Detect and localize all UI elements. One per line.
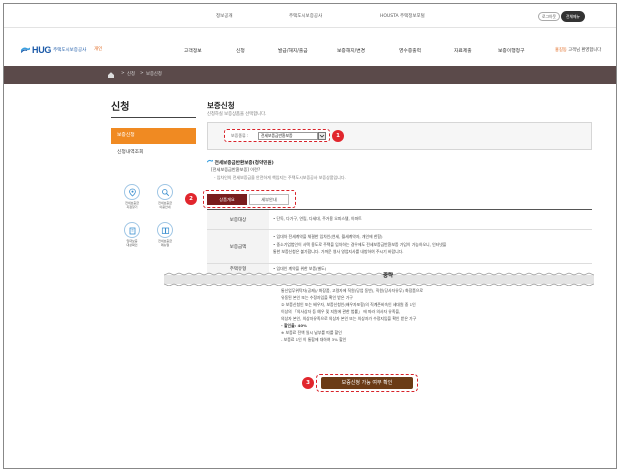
product-select[interactable]: 전세보증금반환보증 <box>258 132 318 140</box>
home-icon[interactable] <box>106 70 116 80</box>
annotation-badge-3: 3 <box>302 377 314 389</box>
quick-link-label: 지점찾기 <box>126 204 138 209</box>
table-cell: • 임대차 전세계약을 체결한 임차인(연세, 월세계약자, 개인에 한함) <box>273 234 383 239</box>
sidebar-title: 신청 <box>111 102 130 113</box>
table-cell: • 단독, 다가구, 연립, 다세대, 주거용 오피스텔, 아파트 <box>273 216 362 221</box>
sidebar-item-guarantee-apply[interactable]: 보증신청 <box>111 128 196 144</box>
nav-item-cancel-change[interactable]: 보증해지/변경 <box>337 47 365 54</box>
hug-logo-mark-icon <box>206 159 214 163</box>
site-header: HUG 주택도시보증공사 개인 고객정보 신청 발급/해지/출금 보증해지/변경… <box>4 29 616 66</box>
guarantee-description: - 임차인의 전세보증금을 안전하게 책임지는 주택도시보증공사 보증상품입니다… <box>214 175 346 180</box>
quick-link-manual[interactable]: 전세보증금 매뉴얼 <box>150 222 180 248</box>
nav-item-documents[interactable]: 자료제출 <box>454 47 472 54</box>
breadcrumb-separator: > <box>140 71 144 76</box>
detail-text-line: 이상의 「의사상자 등 예우 및 지원에 관한 법률」 에 따라 의사자 유족을… <box>281 309 401 314</box>
content-cut-divider <box>164 272 594 286</box>
nav-item-claim[interactable]: 보증이행청구 <box>498 47 524 54</box>
quick-link-label: 매뉴얼 <box>160 242 170 247</box>
detail-text-line: ※ 보증료 전액 일시 납부를 따를 할인 <box>281 330 342 335</box>
quick-link-branch[interactable]: 전세보증금 지점찾기 <box>117 184 147 210</box>
nav-item-apply[interactable]: 신청 <box>236 47 245 54</box>
quick-link-label: 이용안내 <box>159 204 171 209</box>
breadcrumb: > 신청 > 보증신청 <box>4 66 616 84</box>
user-greeting-text: 고객님 환영합니다 <box>568 48 602 53</box>
hug-logo-mark-icon <box>21 47 30 53</box>
annotation-badge-2: 2 <box>185 193 197 205</box>
product-select-highlight: 보증종류 : 전세보증금반환보증 <box>224 129 330 142</box>
breadcrumb-item-apply[interactable]: 신청 <box>127 71 135 77</box>
quick-link-guide[interactable]: 전세보증금 이용안내 <box>150 184 180 210</box>
detail-text-line: - 보증료 1인 이 통합에 대하여 3% 할인 <box>281 337 347 342</box>
sidebar-divider <box>111 117 196 118</box>
sidebar-item-history[interactable]: 신청내역조회 <box>111 148 143 155</box>
breadcrumb-separator: > <box>121 71 125 76</box>
check-eligibility-button[interactable]: 보증신청 가능 여부 확인 <box>321 377 413 389</box>
tab-product-overview[interactable]: 상품개요 <box>207 194 247 205</box>
breadcrumb-item-current: 보증신청 <box>146 72 162 77</box>
utility-bar: 정보공개 주택도시보증공사 HOUSTA 주택정보포털 로그아웃 전체메뉴 <box>4 4 616 28</box>
table-row: 보증대상 • 단독, 다가구, 연립, 다세대, 주거용 오피스텔, 아파트 <box>207 210 592 230</box>
quick-link-rental-check[interactable]: 임대보증 대상확인 <box>117 222 147 248</box>
detail-text-line: ② 보증신청인 또는 배우자, 보증신청인(배우자포함)의 직계존비속인 세대원… <box>281 302 416 307</box>
table-row-header: 보증대상 <box>207 210 269 229</box>
logout-button[interactable]: 로그아웃 <box>538 12 560 21</box>
utility-link-hug[interactable]: 주택도시보증공사 <box>289 13 322 19</box>
nav-item-customer-info[interactable]: 고객정보 <box>184 47 202 54</box>
detail-text-line: 의상자 본인, 의상자유족으로 의상자 본인 또는 의상자가 수정지임을 확인 … <box>281 316 417 321</box>
discount-rate: - 할인율: 40% <box>281 323 307 328</box>
detail-text-line: 유동된 본인 또는 수정자임을 확인 받은 가구 <box>281 295 353 300</box>
user-name: 홍길동 <box>555 48 567 53</box>
quick-link-label: 대상확인 <box>126 242 138 247</box>
all-menu-button[interactable]: 전체메뉴 <box>561 11 585 22</box>
page-subtitle: 신청하실 보증상품을 선택합니다. <box>207 112 267 117</box>
book-icon <box>161 227 169 234</box>
utility-link-housta[interactable]: HOUSTA 주택정보포털 <box>380 13 425 19</box>
chevron-down-icon <box>319 134 325 138</box>
product-select-label: 보증종류 : <box>231 133 249 138</box>
tab-details[interactable]: 세부안내 <box>249 194 289 205</box>
table-cell: 통한 보증신청은 불가합니다. 가까운 영사 영업지사를 내방하여 주시기 바랍… <box>273 249 404 254</box>
search-icon <box>161 188 169 196</box>
select-dropdown-toggle[interactable] <box>318 132 326 140</box>
detail-text-line: 통신업무위탁자(공제)/ 화장품, 고령자에 직원(당업 동반), 직원(당사자… <box>281 288 424 293</box>
logo-tag-personal: 개인 <box>94 47 103 52</box>
nav-item-issue[interactable]: 발급/해지/출금 <box>278 47 308 54</box>
browser-frame: 정보공개 주택도시보증공사 HOUSTA 주택정보포털 로그아웃 전체메뉴 HU… <box>3 3 617 469</box>
logo-subtext: 주택도시보증공사 <box>53 48 87 53</box>
table-row-header: 보증금액 <box>207 230 269 263</box>
user-greeting: 홍길동 고객님 환영합니다 <box>555 47 601 53</box>
utility-link-disclosure[interactable]: 정보공개 <box>216 13 233 19</box>
table-row: 보증금액 • 임대차 전세계약을 체결한 임차인(연세, 월세계약자, 개인에 … <box>207 230 592 264</box>
logo-text: HUG <box>32 45 52 55</box>
content-cut-label: 중략 <box>383 273 394 279</box>
guarantee-intro: [전세보증금반환보증] 이란? <box>211 167 261 172</box>
guarantee-heading: 전세보증금반환보증(청약민원) <box>206 159 274 166</box>
map-pin-icon <box>128 188 136 197</box>
page-title: 보증신청 <box>207 101 235 110</box>
guarantee-heading-text: 전세보증금반환보증(청약민원) <box>214 161 274 166</box>
table-cell: • 중소기업법인이 사택 용도로 주택을 임차하는 경우에도 전세보증금반환보증… <box>273 242 447 247</box>
building-icon <box>129 227 135 234</box>
hug-logo[interactable]: HUG 주택도시보증공사 <box>21 45 86 55</box>
annotation-badge-1: 1 <box>332 130 344 142</box>
nav-item-receipt[interactable]: 영수증출력 <box>399 47 421 54</box>
